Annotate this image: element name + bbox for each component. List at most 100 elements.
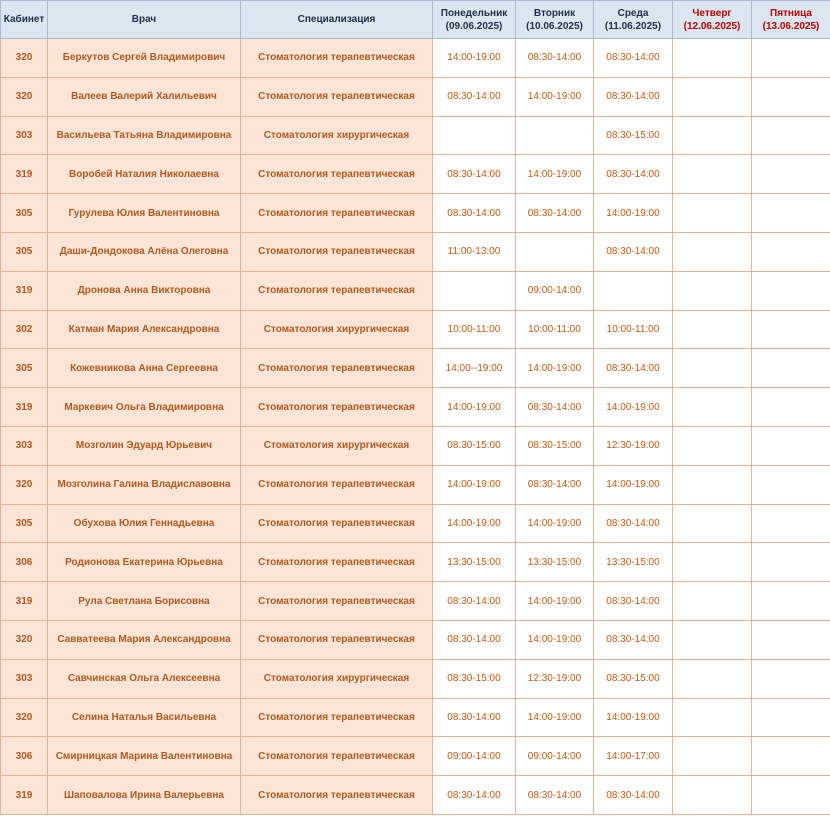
table-row: 319 Рула Светлана Борисовна Стоматология т…: [0, 581, 830, 621]
thursday-time-cell: [672, 387, 752, 427]
monday-time-cell: 08:30-14:00: [432, 76, 516, 117]
table-row: 319 Шаповалова Ирина Валерьевна Стоматолог…: [0, 775, 830, 815]
header-row: Кабинет Врач Специализация Понедельник (…: [0, 0, 830, 39]
wednesday-time-cell: [593, 270, 673, 311]
thursday-time-cell: [672, 270, 752, 311]
cabinet-cell: 319: [0, 775, 48, 815]
tuesday-time-cell: 14:00-19:00: [515, 154, 594, 195]
doctor-name-cell: Родионова Екатерина Юрьевна: [47, 542, 241, 583]
header-doctor: Врач: [47, 0, 241, 39]
friday-time-cell: [751, 581, 830, 621]
table-row: 305 Кожевникова Анна Сергеевна Стоматологи…: [0, 348, 830, 389]
specialization-cell: Стоматология терапевтическая: [240, 154, 433, 195]
friday-time-cell: [751, 387, 830, 427]
monday-time-cell: 08:30-15:00: [432, 425, 516, 466]
specialization-cell: Стоматология терапевтическая: [240, 193, 433, 233]
wednesday-time-cell: 08:30-15:00: [593, 115, 673, 156]
wednesday-time-cell: 08:30-14:00: [593, 775, 673, 815]
header-tuesday: Вторник (10.06.2025): [515, 0, 594, 39]
friday-time-cell: [751, 309, 830, 350]
doctor-name-cell: Воробей Наталия Николаевна: [47, 154, 241, 195]
tuesday-time-cell: 08:30-14:00: [515, 464, 594, 505]
tuesday-time-cell: 08:30-14:00: [515, 193, 594, 233]
doctor-name-cell: Селина Наталья Васильевна: [47, 697, 241, 738]
cabinet-cell: 303: [0, 425, 48, 466]
cabinet-cell: 319: [0, 387, 48, 427]
table-row: 305 Гурулева Юлия Валентиновна Стоматологи…: [0, 193, 830, 233]
tuesday-time-cell: 14:00-19:00: [515, 348, 594, 389]
cabinet-cell: 320: [0, 619, 48, 660]
cabinet-cell: 303: [0, 115, 48, 156]
doctor-name-cell: Мозголина Галина Владиславовна: [47, 464, 241, 505]
wednesday-time-cell: 12:30-19:00: [593, 425, 673, 466]
thursday-time-cell: [672, 348, 752, 389]
header-monday-date: (09.06.2025): [445, 20, 503, 32]
friday-time-cell: [751, 348, 830, 389]
table-row: 320 Савватеева Мария Александровна Стомато…: [0, 619, 830, 660]
schedule-body: 320 Беркутов Сергей Владимирович Стоматоло…: [0, 38, 830, 815]
thursday-time-cell: [672, 542, 752, 583]
friday-time-cell: [751, 542, 830, 583]
header-monday-name: Понедельник: [440, 7, 508, 19]
table-row: 305 Даши-Дондокова Алёна Олеговна Стоматол…: [0, 231, 830, 272]
specialization-cell: Стоматология терапевтическая: [240, 464, 433, 505]
table-row: 305 Обухова Юлия Геннадьевна Стоматология …: [0, 503, 830, 544]
tuesday-time-cell: 14:00-19:00: [515, 503, 594, 544]
monday-time-cell: 08:30-14:00: [432, 697, 516, 738]
header-thursday: Четверг (12.06.2025): [672, 0, 752, 39]
thursday-time-cell: [672, 76, 752, 117]
thursday-time-cell: [672, 154, 752, 195]
doctor-name-cell: Савчинская Ольга Алексеевна: [47, 658, 241, 699]
doctor-name-cell: Рула Светлана Борисовна: [47, 581, 241, 621]
tuesday-time-cell: 14:00-19:00: [515, 581, 594, 621]
thursday-time-cell: [672, 697, 752, 738]
wednesday-time-cell: 14:00-19:00: [593, 193, 673, 233]
doctor-name-cell: Валеев Валерий Халильевич: [47, 76, 241, 117]
monday-time-cell: 08:30-14:00: [432, 581, 516, 621]
friday-time-cell: [751, 154, 830, 195]
doctor-name-cell: Беркутов Сергей Владимирович: [47, 38, 241, 78]
doctor-name-cell: Кожевникова Анна Сергеевна: [47, 348, 241, 389]
specialization-cell: Стоматология терапевтическая: [240, 736, 433, 777]
tuesday-time-cell: 09:00-14:00: [515, 736, 594, 777]
cabinet-cell: 306: [0, 736, 48, 777]
wednesday-time-cell: 13:30-15:00: [593, 542, 673, 583]
doctor-name-cell: Шаповалова Ирина Валерьевна: [47, 775, 241, 815]
tuesday-time-cell: 08:30-14:00: [515, 38, 594, 78]
friday-time-cell: [751, 697, 830, 738]
wednesday-time-cell: 08:30-15:00: [593, 658, 673, 699]
thursday-time-cell: [672, 193, 752, 233]
table-row: 303 Васильева Татьяна Владимировна Стомато…: [0, 115, 830, 156]
header-wednesday-date: (11.06.2025): [604, 20, 662, 32]
wednesday-time-cell: 08:30-14:00: [593, 581, 673, 621]
specialization-cell: Стоматология хирургическая: [240, 115, 433, 156]
table-row: 320 Селина Наталья Васильевна Стоматология…: [0, 697, 830, 738]
tuesday-time-cell: 13:30-15:00: [515, 542, 594, 583]
friday-time-cell: [751, 115, 830, 156]
header-tuesday-date: (10.06.2025): [526, 20, 583, 32]
cabinet-cell: 320: [0, 38, 48, 78]
friday-time-cell: [751, 425, 830, 466]
table-row: 303 Мозголин Эдуард Юрьевич Стоматология х…: [0, 425, 830, 466]
specialization-cell: Стоматология хирургическая: [240, 658, 433, 699]
monday-time-cell: 14:00-19:00: [432, 464, 516, 505]
wednesday-time-cell: 08:30-14:00: [593, 154, 673, 195]
specialization-cell: Стоматология терапевтическая: [240, 76, 433, 117]
specialization-cell: Стоматология терапевтическая: [240, 503, 433, 544]
header-thursday-name: Четверг: [692, 7, 732, 19]
thursday-time-cell: [672, 309, 752, 350]
monday-time-cell: 08:30-14:00: [432, 619, 516, 660]
monday-time-cell: 11:00-13:00: [432, 231, 516, 272]
table-row: 319 Воробей Наталия Николаевна Стоматологи…: [0, 154, 830, 195]
header-friday-name: Пятница: [770, 7, 812, 19]
specialization-cell: Стоматология хирургическая: [240, 309, 433, 350]
thursday-time-cell: [672, 736, 752, 777]
specialization-cell: Стоматология хирургическая: [240, 425, 433, 466]
doctor-name-cell: Смирницкая Марина Валентиновна: [47, 736, 241, 777]
cabinet-cell: 305: [0, 231, 48, 272]
wednesday-time-cell: 08:30-14:00: [593, 38, 673, 78]
cabinet-cell: 320: [0, 464, 48, 505]
tuesday-time-cell: 14:00-19:00: [515, 619, 594, 660]
header-thursday-date: (12.06.2025): [683, 20, 741, 32]
specialization-cell: Стоматология терапевтическая: [240, 231, 433, 272]
